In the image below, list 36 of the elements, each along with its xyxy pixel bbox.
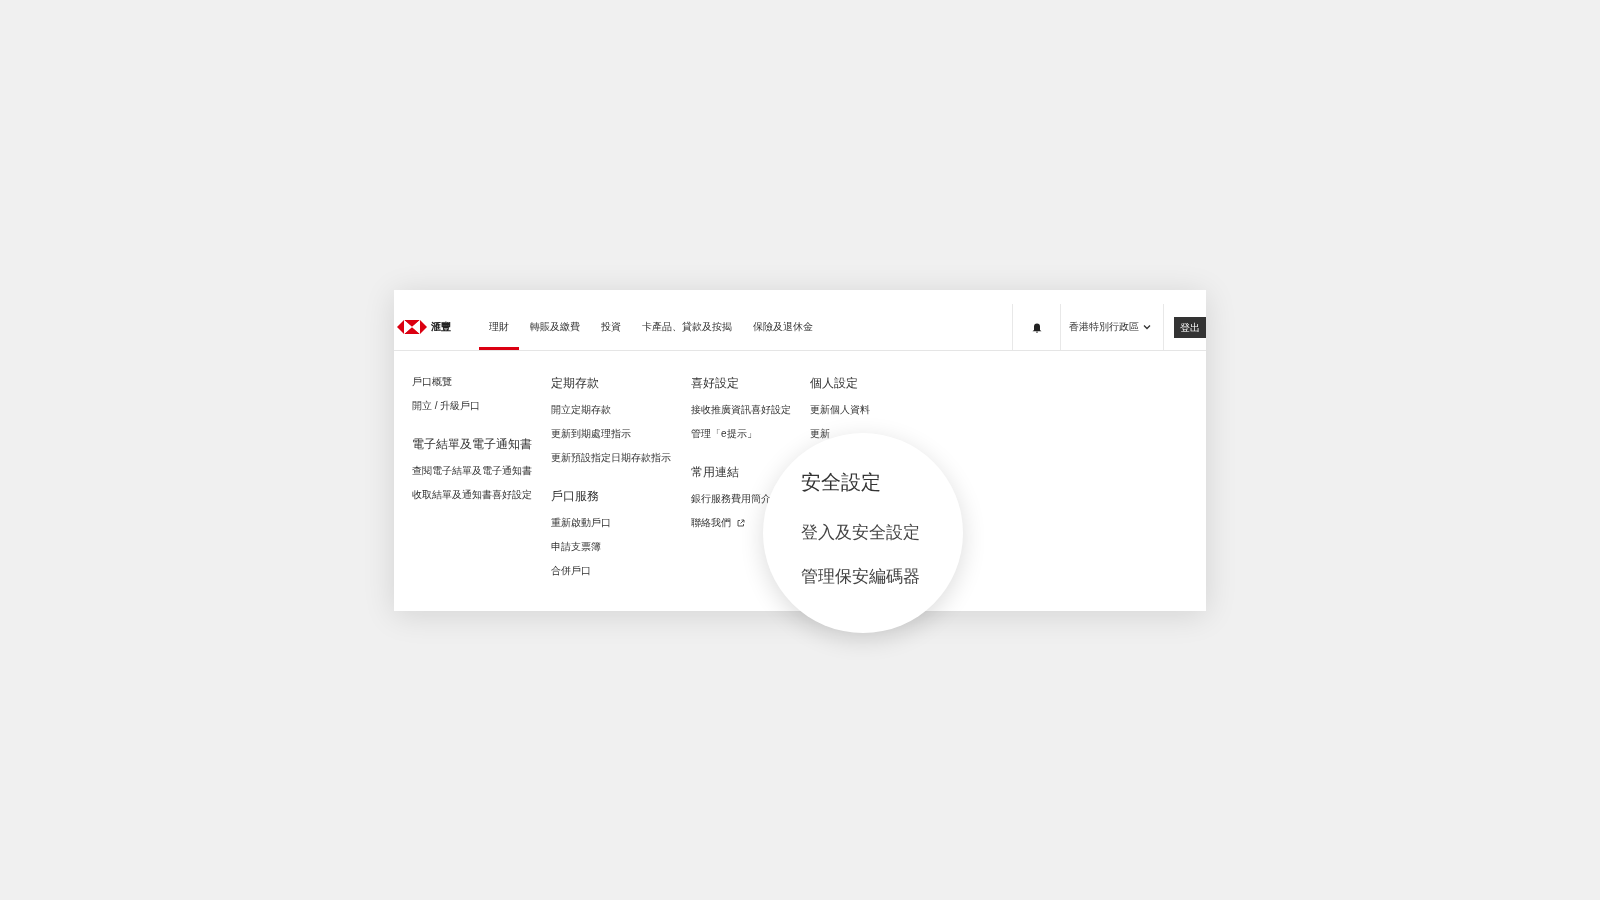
nav-tab[interactable]: 理財: [479, 304, 519, 350]
menu-link[interactable]: 更新個人資料: [810, 404, 870, 415]
menu-heading: 常用連結: [691, 465, 739, 479]
menu-heading: 個人設定: [810, 376, 858, 390]
menu-link[interactable]: 戶口概覽: [412, 376, 452, 387]
menu-link[interactable]: 聯絡我們: [691, 517, 745, 528]
region-selector[interactable]: 香港特別行政區: [1060, 304, 1163, 350]
menu-link[interactable]: 更新: [810, 428, 830, 439]
menu-heading: 戶口服務: [551, 489, 599, 503]
menu-link[interactable]: 合併戶口: [551, 565, 591, 576]
menu-link[interactable]: 收取結單及通知書喜好設定: [412, 489, 532, 500]
menu-link[interactable]: 申請支票簿: [551, 541, 601, 552]
menu-link[interactable]: 查閱電子結單及電子通知書: [412, 465, 532, 476]
nav-tab[interactable]: 轉賬及繳費: [520, 304, 590, 350]
menu-link[interactable]: 開立定期存款: [551, 404, 611, 415]
menu-heading: 安全設定: [801, 470, 881, 495]
logo-text: 滙豐: [431, 320, 451, 334]
bell-icon[interactable]: [1031, 321, 1042, 333]
menu-link[interactable]: 登入及安全設定: [801, 522, 920, 544]
menu-link[interactable]: 接收推廣資訊喜好設定: [691, 404, 791, 415]
menu-heading: 定期存款: [551, 376, 599, 390]
nav-tab[interactable]: 投資: [591, 304, 631, 350]
menu-link[interactable]: 管理「e提示」: [691, 428, 757, 439]
nav-tab[interactable]: 保險及退休金: [743, 304, 823, 350]
menu-link[interactable]: 更新到期處理指示: [551, 428, 631, 439]
logout-button[interactable]: 登出: [1174, 316, 1206, 338]
menu-link[interactable]: 更新預設指定日期存款指示: [551, 452, 671, 463]
menu-link[interactable]: 管理保安編碼器: [801, 566, 920, 588]
logo-icon: [397, 319, 427, 335]
menu-link[interactable]: 銀行服務費用簡介: [691, 493, 771, 504]
nav-tab[interactable]: 卡產品、貸款及按揭: [632, 304, 742, 350]
menu-link[interactable]: 重新啟動戶口: [551, 517, 611, 528]
chevron-down-icon: [1143, 324, 1151, 330]
menu-heading: 電子結單及電子通知書: [412, 437, 532, 451]
menu-link[interactable]: 開立 / 升級戶口: [412, 400, 481, 411]
menu-heading: 喜好設定: [691, 376, 739, 390]
